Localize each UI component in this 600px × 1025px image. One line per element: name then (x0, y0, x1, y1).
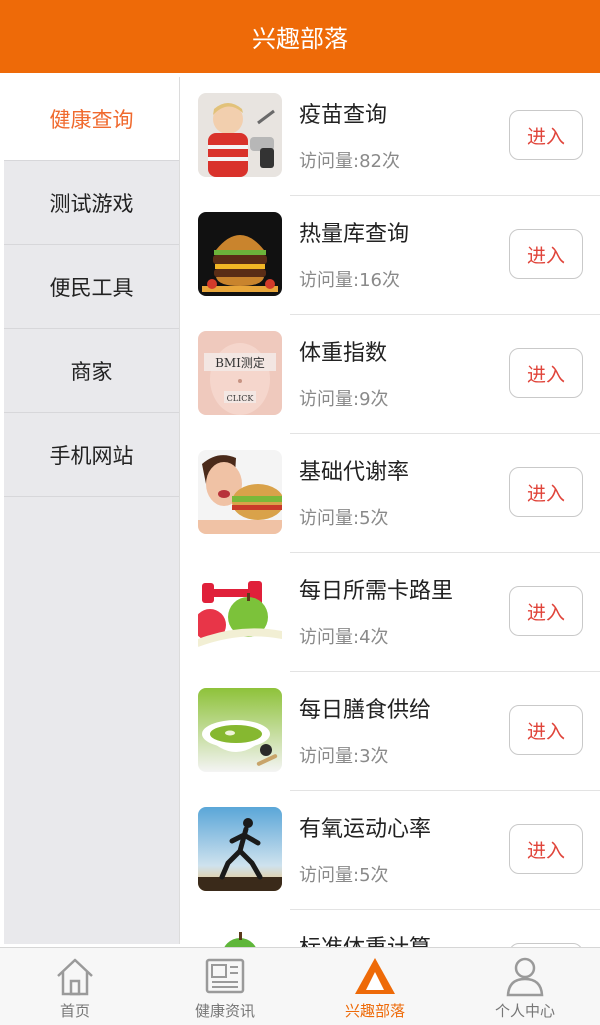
item-title: 每日膳食供给 (299, 698, 432, 723)
tab-tribe[interactable]: 兴趣部落 (300, 948, 450, 1025)
category-sidebar: 健康查询 测试游戏 便民工具 商家 手机网站 (4, 77, 180, 944)
item-visit-count: 访问量:3次 (299, 746, 389, 767)
sidebar-item-label: 健康查询 (49, 107, 134, 132)
tab-health-news[interactable]: 健康资讯 (150, 948, 300, 1025)
sidebar-item-label: 便民工具 (49, 275, 134, 300)
sidebar-item-tools[interactable]: 便民工具 (4, 245, 179, 329)
enter-button[interactable]: 进入 (509, 824, 583, 874)
enter-button[interactable]: 进入 (509, 229, 583, 279)
item-visit-count: 访问量:5次 (299, 508, 389, 529)
sidebar-item-label: 测试游戏 (49, 191, 134, 216)
item-visit-count: 访问量:5次 (299, 865, 389, 886)
item-title: 每日所需卡路里 (299, 579, 454, 604)
sidebar-item-label: 商家 (70, 359, 113, 384)
item-title: 有氧运动心率 (299, 817, 432, 842)
item-title: 标准体重计算 (299, 930, 431, 947)
tab-personal-center[interactable]: 个人中心 (450, 948, 600, 1025)
page-title: 兴趣部落 (252, 25, 348, 53)
green-soup-icon (198, 688, 282, 772)
sidebar-item-merchants[interactable]: 商家 (4, 329, 179, 413)
person-icon (506, 957, 544, 997)
header-bar: 兴趣部落 (0, 0, 600, 73)
enter-button[interactable]: 进入 (509, 110, 583, 160)
enter-button[interactable]: 进入 (509, 586, 583, 636)
item-title: 体重指数 (299, 341, 388, 366)
item-title: 基础代谢率 (299, 460, 410, 485)
sidebar-item-mobile-sites[interactable]: 手机网站 (4, 413, 179, 497)
list-item[interactable]: 疫苗查询 访问量:82次 进入 (182, 77, 600, 196)
apple-dumbbell-icon (198, 569, 282, 653)
list-item[interactable]: BMI测定 CLICK 体重指数 访问量:9次 进入 (182, 315, 600, 434)
bmi-belly-icon: BMI测定 CLICK (198, 331, 282, 415)
item-visit-count: 访问量:16次 (299, 270, 400, 291)
woman-eating-icon (198, 450, 282, 534)
home-icon (57, 958, 93, 996)
item-title: 热量库查询 (299, 222, 410, 247)
item-visit-count: 访问量:9次 (299, 389, 389, 410)
list-item[interactable]: 每日所需卡路里 访问量:4次 进入 (182, 553, 600, 672)
vaccine-child-icon (198, 93, 282, 177)
bmi-label: BMI测定 (215, 355, 265, 370)
list-item[interactable]: 基础代谢率 访问量:5次 进入 (182, 434, 600, 553)
list-item[interactable]: 每日膳食供给 访问量:3次 进入 (182, 672, 600, 791)
green-apple-icon (198, 926, 282, 947)
tribe-icon (355, 958, 395, 994)
click-label: CLICK (227, 394, 255, 403)
news-icon (205, 958, 245, 994)
sidebar-item-label: 手机网站 (49, 443, 134, 468)
tab-label: 健康资讯 (194, 1002, 255, 1020)
item-visit-count: 访问量:4次 (299, 627, 389, 648)
tab-label: 个人中心 (494, 1002, 555, 1020)
bottom-tab-bar: 首页 健康资讯 兴趣部落 个人中心 (0, 947, 600, 1025)
sidebar-item-test-games[interactable]: 测试游戏 (4, 161, 179, 245)
burger-icon (198, 212, 282, 296)
enter-button[interactable]: 进入 (509, 705, 583, 755)
enter-button[interactable]: 进入 (509, 348, 583, 398)
tab-label: 首页 (59, 1002, 90, 1020)
tool-list: 疫苗查询 访问量:82次 进入 热量库查询 访问量:16次 进入 BMI测定 C… (182, 77, 600, 947)
runner-icon (198, 807, 282, 891)
item-visit-count: 访问量:82次 (299, 151, 400, 172)
list-item[interactable]: 标准体重计算 进入 (182, 910, 600, 947)
sidebar-item-health-query[interactable]: 健康查询 (4, 77, 179, 161)
list-item[interactable]: 有氧运动心率 访问量:5次 进入 (182, 791, 600, 910)
tab-home[interactable]: 首页 (0, 948, 150, 1025)
item-title: 疫苗查询 (299, 103, 388, 128)
tab-label: 兴趣部落 (344, 1002, 405, 1020)
list-item[interactable]: 热量库查询 访问量:16次 进入 (182, 196, 600, 315)
enter-button[interactable]: 进入 (509, 467, 583, 517)
